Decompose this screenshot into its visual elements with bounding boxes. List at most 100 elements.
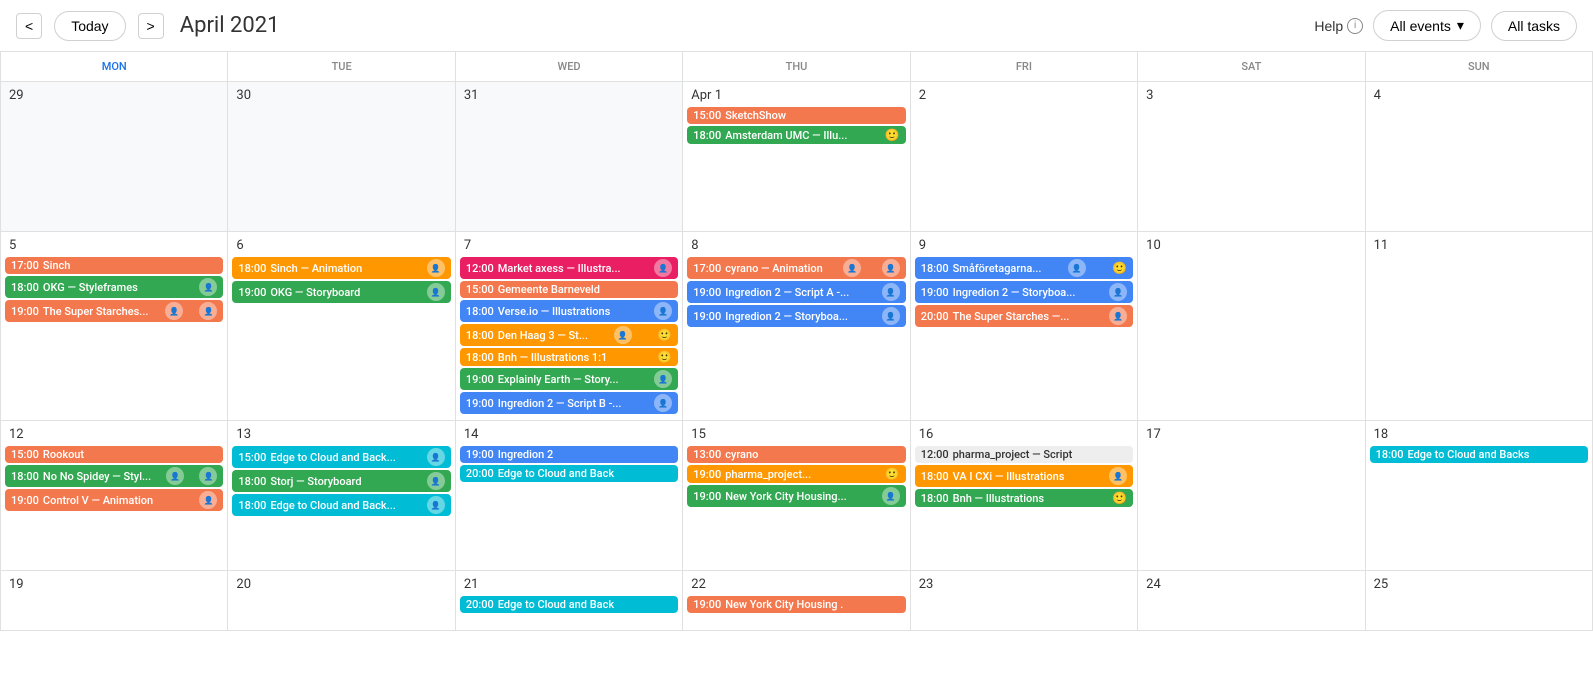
event-ingredion2-14[interactable]: 19:00 Ingredion 2 (460, 446, 678, 463)
event-sinch-animation[interactable]: 18:00 Sinch — Animation 👤 (232, 257, 450, 279)
event-ingredion2-storyboard-9[interactable]: 19:00 Ingredion 2 — Storyboa... 👤 (915, 281, 1133, 303)
events-dropdown[interactable]: All events ▾ (1373, 10, 1481, 41)
event-title: Amsterdam UMC — Illu... (725, 129, 847, 142)
event-time: 13:00 (693, 448, 721, 461)
day-number: 7 (460, 236, 475, 255)
event-time: 19:00 (11, 494, 39, 507)
day-cell-apr11: 11 (1366, 232, 1593, 421)
day-cell-apr23: 23 (911, 571, 1138, 631)
day-number: 17 (1142, 425, 1165, 444)
event-nyc-housing-22[interactable]: 19:00 New York City Housing . (687, 596, 905, 613)
event-no-spidey[interactable]: 18:00 No No Spidey — Styl... 👤 👤 (5, 465, 223, 487)
next-button[interactable]: > (138, 13, 164, 39)
day-cell-apr16: 16 12:00 pharma_project — Script 18:00 V… (911, 421, 1138, 571)
prev-button[interactable]: < (16, 13, 42, 39)
event-amsterdam-umc[interactable]: 18:00 Amsterdam UMC — Illu... 🙂 (687, 126, 905, 144)
event-bnh-illustrations[interactable]: 18:00 Bnh — Illustrations 🙂 (915, 489, 1133, 507)
event-gemeente[interactable]: 15:00 Gemeente Barneveld (460, 281, 678, 298)
avatar-icon: 👤 (427, 259, 445, 277)
day-header-sun: SUN (1366, 52, 1593, 82)
event-okg-storyboard[interactable]: 19:00 OKG — Storyboard 👤 (232, 281, 450, 303)
smiley-icon: 🙂 (1112, 491, 1127, 505)
event-cyrano-15[interactable]: 13:00 cyrano (687, 446, 905, 463)
day-cell-apr15: 15 13:00 cyrano 19:00 pharma_project... … (683, 421, 910, 571)
avatar-icon: 👤 (427, 472, 445, 490)
event-market-axess[interactable]: 12:00 Market axess — Illustra... 👤 (460, 257, 678, 279)
day-number: 11 (1370, 236, 1393, 255)
event-title: Edge to Cloud and Back... (270, 451, 395, 464)
event-explainly-earth[interactable]: 19:00 Explainly Earth — Story... 👤 (460, 368, 678, 390)
day-number: 9 (915, 236, 930, 255)
event-time: 19:00 (693, 468, 721, 481)
day-number: 22 (687, 575, 710, 594)
all-tasks-button[interactable]: All tasks (1491, 11, 1577, 41)
event-time: 18:00 (11, 470, 39, 483)
event-smaforetagarna[interactable]: 18:00 Småföretagarna... 👤 🙂 (915, 257, 1133, 279)
event-time: 15:00 (466, 283, 494, 296)
day-header-tue: TUE (228, 52, 455, 82)
event-title: OKG — Storyboard (270, 286, 360, 299)
event-time: 15:00 (693, 109, 721, 122)
day-cell-apr18: 18 18:00 Edge to Cloud and Backs (1366, 421, 1593, 571)
avatar-icon: 👤 (654, 302, 672, 320)
event-va-cxi[interactable]: 18:00 VA I CXi — Illustrations 👤 (915, 465, 1133, 487)
month-title: April 2021 (180, 13, 280, 38)
today-button[interactable]: Today (54, 11, 125, 41)
event-ingredion2-script-b[interactable]: 19:00 Ingredion 2 — Script B -... 👤 (460, 392, 678, 414)
event-verse-io[interactable]: 18:00 Verse.io — Illustrations 👤 (460, 300, 678, 322)
event-sinch-5[interactable]: 17:00 Sinch (5, 257, 223, 274)
event-ingredion2-script-a[interactable]: 19:00 Ingredion 2 — Script A -... 👤 (687, 281, 905, 303)
event-control-v[interactable]: 19:00 Control V — Animation 👤 (5, 489, 223, 511)
event-super-starches-9[interactable]: 20:00 The Super Starches —... 👤 (915, 305, 1133, 327)
event-den-haag[interactable]: 18:00 Den Haag 3 — St... 👤 🙂 (460, 324, 678, 346)
event-sketchshow[interactable]: 15:00 SketchShow (687, 107, 905, 124)
event-pharma-script[interactable]: 12:00 pharma_project — Script (915, 446, 1133, 463)
event-edge-cloud-13a[interactable]: 15:00 Edge to Cloud and Back... 👤 (232, 446, 450, 468)
day-header-fri: FRI (911, 52, 1138, 82)
event-rookout[interactable]: 15:00 Rookout (5, 446, 223, 463)
day-cell-apr5: 5 17:00 Sinch 18:00 OKG — Styleframes 👤 … (1, 232, 228, 421)
day-number: 19 (5, 575, 28, 594)
help-button[interactable]: Help i (1314, 18, 1363, 34)
day-cell-mar29: 29 (1, 82, 228, 232)
event-storj-storyboard[interactable]: 18:00 Storj — Storyboard 👤 (232, 470, 450, 492)
event-time: 20:00 (466, 598, 494, 611)
event-ingredion2-storyboard-8[interactable]: 19:00 Ingredion 2 — Storyboa... 👤 (687, 305, 905, 327)
day-cell-apr14: 14 19:00 Ingredion 2 20:00 Edge to Cloud… (456, 421, 683, 571)
day-cell-apr9: 9 18:00 Småföretagarna... 👤 🙂 19:00 Ingr… (911, 232, 1138, 421)
help-label: Help (1314, 18, 1343, 34)
event-time: 19:00 (693, 490, 721, 503)
day-cell-apr19: 19 (1, 571, 228, 631)
event-title: No No Spidey — Styl... (43, 470, 151, 483)
day-number: 23 (915, 575, 938, 594)
event-time: 18:00 (921, 262, 949, 275)
event-nyc-housing[interactable]: 19:00 New York City Housing... 👤 (687, 485, 905, 507)
event-okg-styleframes[interactable]: 18:00 OKG — Styleframes 👤 (5, 276, 223, 298)
smiley-icon: 🙂 (885, 467, 900, 481)
app-header: < Today > April 2021 Help i All events ▾… (0, 0, 1593, 52)
events-dropdown-label: All events (1390, 18, 1451, 34)
day-number: 20 (232, 575, 255, 594)
help-icon: i (1347, 18, 1363, 34)
avatar-icon: 👤 (427, 448, 445, 466)
day-number: 14 (460, 425, 483, 444)
event-title: Rookout (43, 448, 84, 461)
event-title: Control V — Animation (43, 494, 153, 507)
avatar-icon: 👤 (882, 307, 900, 325)
event-edge-cloud-13b[interactable]: 18:00 Edge to Cloud and Back... 👤 (232, 494, 450, 516)
event-pharma-project-15[interactable]: 19:00 pharma_project... 🙂 (687, 465, 905, 483)
day-number: 31 (460, 86, 483, 105)
event-edge-cloud-18[interactable]: 18:00 Edge to Cloud and Backs (1370, 446, 1588, 463)
event-bnh-1-1[interactable]: 18:00 Bnh — Illustrations 1:1 🙂 (460, 348, 678, 366)
event-cyrano-animation[interactable]: 17:00 cyrano — Animation 👤 👤 (687, 257, 905, 279)
event-time: 18:00 (466, 329, 494, 342)
event-title: cyrano (725, 448, 758, 461)
event-edge-cloud-21[interactable]: 20:00 Edge to Cloud and Back (460, 596, 678, 613)
event-title: Bnh — Illustrations (953, 492, 1044, 505)
event-time: 17:00 (693, 262, 721, 275)
avatar-icon: 👤 (166, 467, 184, 485)
event-super-starches-5[interactable]: 19:00 The Super Starches... 👤 👤 (5, 300, 223, 322)
event-title: The Super Starches... (43, 305, 149, 318)
day-number: 5 (5, 236, 20, 255)
event-edge-cloud-14[interactable]: 20:00 Edge to Cloud and Back (460, 465, 678, 482)
